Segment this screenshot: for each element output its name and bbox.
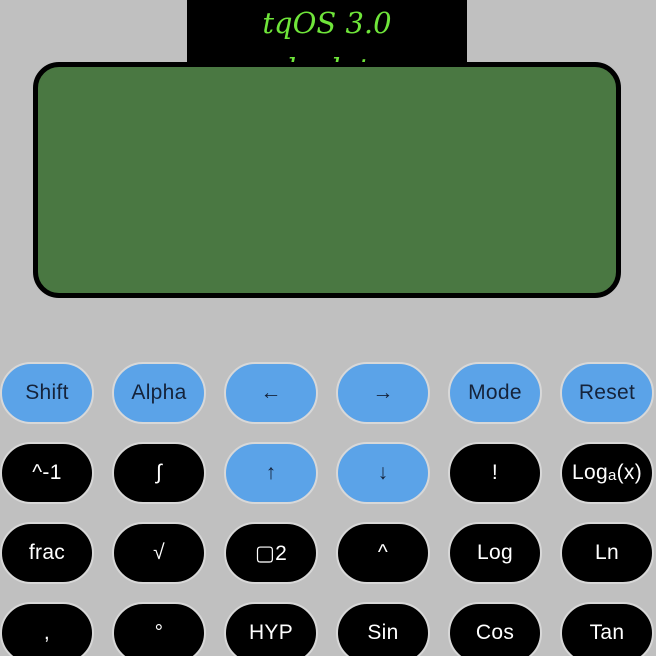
key-subscript: a [607, 466, 617, 484]
integral-key[interactable]: ∫ [112, 442, 206, 504]
ln-key[interactable]: Ln [560, 522, 654, 584]
square-key[interactable]: ▢2 [224, 522, 318, 584]
key-label: Mode [468, 381, 522, 404]
sqrt-key[interactable]: √ [112, 522, 206, 584]
key-row: ^-1 ∫ ↑ ↓! Log a (x) [0, 442, 656, 504]
key-label: ^ [377, 541, 389, 564]
key-label: ! [491, 461, 499, 484]
key-label: ↑ [265, 461, 277, 484]
inverse-key[interactable]: ^-1 [0, 442, 94, 504]
key-label: ▢2 [254, 541, 288, 565]
key-label: , [43, 621, 51, 644]
calculator-display[interactable] [33, 62, 621, 298]
key-label: Sin [367, 621, 399, 644]
log-key[interactable]: Log [448, 522, 542, 584]
key-label: √ [153, 541, 165, 564]
key-label: HYP [248, 621, 294, 644]
key-label: → [372, 381, 394, 404]
right-arrow-key[interactable]: → [336, 362, 430, 424]
key-label: frac [28, 541, 66, 564]
calculator-app: tqOS 3.0 calculator Shift Alpha ← → Mode Rese… [0, 0, 656, 656]
cos-key[interactable]: Cos [448, 602, 542, 656]
hyp-key[interactable]: HYP [224, 602, 318, 656]
key-row: frac √ ▢2 ^ Log Ln [0, 522, 656, 584]
key-label: Reset [578, 381, 636, 404]
power-key[interactable]: ^ [336, 522, 430, 584]
key-label: Log [572, 461, 608, 484]
key-label: ← [260, 381, 282, 404]
factorial-key[interactable]: ! [448, 442, 542, 504]
key-label: Log [477, 541, 513, 564]
comma-key[interactable]: , [0, 602, 94, 656]
log-base-key[interactable]: Log a (x) [560, 442, 654, 504]
app-title: tqOS 3.0 calculator [187, 0, 467, 86]
key-label: Tan [589, 621, 625, 644]
fraction-key[interactable]: frac [0, 522, 94, 584]
key-label: Cos [475, 621, 515, 644]
tan-key[interactable]: Tan [560, 602, 654, 656]
left-arrow-key[interactable]: ← [224, 362, 318, 424]
degree-key[interactable]: ° [112, 602, 206, 656]
shift-key[interactable]: Shift [0, 362, 94, 424]
key-label: ° [154, 621, 164, 644]
key-suffix: (x) [616, 461, 642, 484]
alpha-key[interactable]: Alpha [112, 362, 206, 424]
key-label: Shift [25, 381, 69, 404]
key-label: Alpha [131, 381, 187, 404]
key-label: ↓ [377, 461, 389, 484]
mode-key[interactable]: Mode [448, 362, 542, 424]
key-label: ^-1 [32, 461, 62, 484]
up-arrow-key[interactable]: ↑ [224, 442, 318, 504]
sin-key[interactable]: Sin [336, 602, 430, 656]
key-label: ∫ [155, 461, 163, 484]
key-row: , ° HYP Sin Cos Tan [0, 602, 656, 656]
reset-key[interactable]: Reset [560, 362, 654, 424]
key-label: Ln [595, 541, 619, 564]
down-arrow-key[interactable]: ↓ [336, 442, 430, 504]
key-row: Shift Alpha ← → Mode Reset [0, 362, 656, 424]
